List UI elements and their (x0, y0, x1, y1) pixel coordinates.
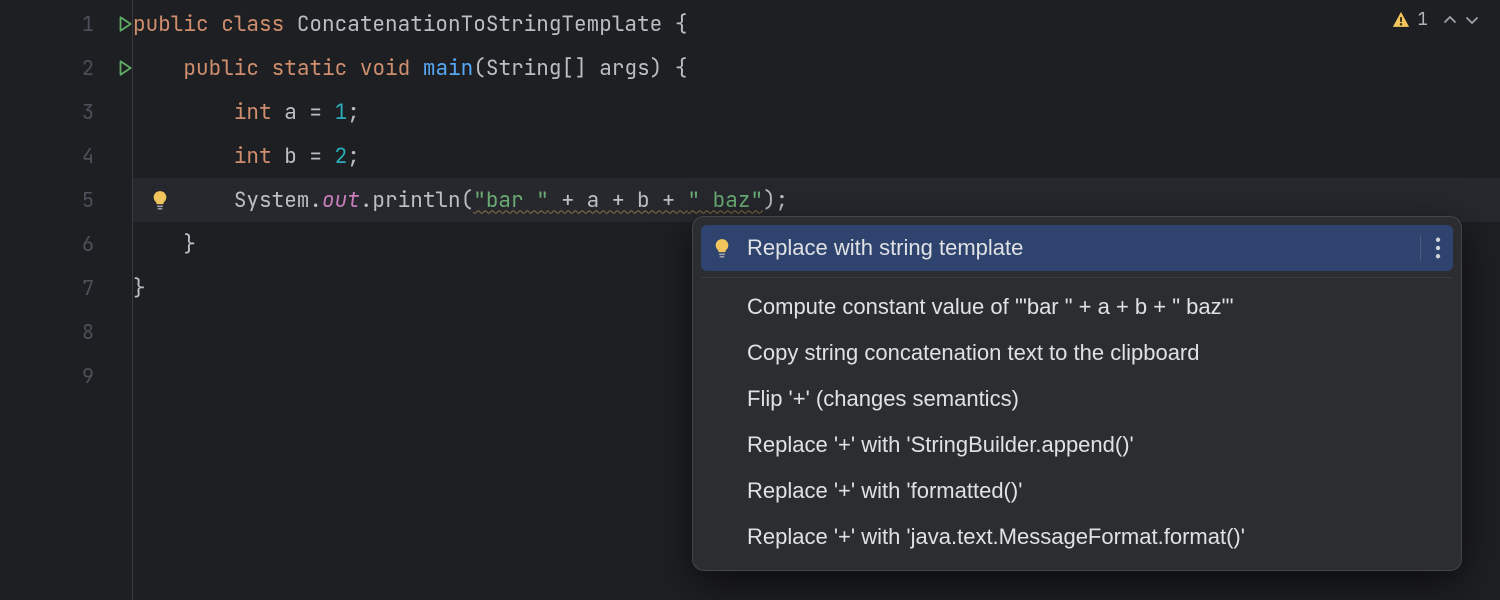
line-number: 3 (82, 99, 94, 125)
gutter-line[interactable]: 4 (0, 134, 110, 178)
gutter: 1 2 3 4 5 6 7 8 9 (0, 0, 110, 600)
code-line[interactable]: int a = 1; (133, 90, 1500, 134)
intention-item-messageformat[interactable]: Replace '+' with 'java.text.MessageForma… (693, 514, 1461, 560)
keyword: static (272, 55, 348, 82)
brace: { (662, 11, 687, 38)
intention-label: Replace with string template (747, 235, 1023, 261)
line-number: 2 (82, 55, 94, 81)
intention-item-flip-plus[interactable]: Flip '+' (changes semantics) (693, 376, 1461, 422)
keyword: public (133, 11, 209, 38)
warning-count: 1 (1417, 8, 1428, 31)
warning-icon (1391, 10, 1411, 30)
intention-popup: Replace with string template Compute con… (692, 216, 1462, 571)
run-icon[interactable] (116, 15, 134, 33)
line-number: 9 (82, 363, 94, 389)
line-number: 4 (82, 143, 94, 169)
bulb-icon (711, 237, 733, 259)
intention-item-compute-constant[interactable]: Compute constant value of '"bar " + a + … (693, 284, 1461, 330)
gutter-line[interactable]: 8 (0, 310, 110, 354)
text: .println( (360, 187, 473, 214)
keyword: int (234, 99, 272, 126)
text: + a + b + (549, 187, 688, 214)
intention-label: Flip '+' (changes semantics) (747, 386, 1019, 412)
semicolon: ; (347, 99, 360, 126)
gutter-line[interactable]: 1 (0, 2, 110, 46)
inspections-widget[interactable]: 1 (1391, 8, 1480, 31)
string: " baz" (687, 187, 763, 214)
gutter-line[interactable]: 6 (0, 222, 110, 266)
code-line[interactable]: public class ConcatenationToStringTempla… (133, 2, 1500, 46)
more-vertical-icon[interactable] (1435, 237, 1441, 259)
code-line[interactable]: public static void main(String[] args) { (133, 46, 1500, 90)
line-number: 7 (82, 275, 94, 301)
text: ); (763, 187, 788, 214)
text: System. (234, 187, 322, 214)
run-icon[interactable] (116, 59, 134, 77)
text: b = (272, 143, 335, 170)
string: "bar " (473, 187, 549, 214)
keyword: int (234, 143, 272, 170)
intention-item-stringbuilder[interactable]: Replace '+' with 'StringBuilder.append()… (693, 422, 1461, 468)
line-number: 6 (82, 231, 94, 257)
keyword: class (221, 11, 284, 38)
intention-more[interactable] (1420, 235, 1441, 261)
text: a = (272, 99, 335, 126)
field: out (322, 187, 360, 214)
gutter-line[interactable]: 3 (0, 90, 110, 134)
chevron-down-icon[interactable] (1464, 12, 1480, 28)
line-number: 8 (82, 319, 94, 345)
intention-label: Copy string concatenation text to the cl… (747, 340, 1200, 366)
intention-item-formatted[interactable]: Replace '+' with 'formatted()' (693, 468, 1461, 514)
gutter-line[interactable]: 5 (0, 178, 110, 222)
chevron-up-icon[interactable] (1442, 12, 1458, 28)
intention-label: Replace '+' with 'formatted()' (747, 478, 1022, 504)
line-number: 5 (82, 187, 94, 213)
separator (1420, 235, 1421, 261)
intention-item-copy-concat[interactable]: Copy string concatenation text to the cl… (693, 330, 1461, 376)
intention-label: Replace '+' with 'java.text.MessageForma… (747, 524, 1245, 550)
code-line[interactable]: int b = 2; (133, 134, 1500, 178)
intention-label: Replace '+' with 'StringBuilder.append()… (747, 432, 1134, 458)
keyword: void (360, 55, 410, 82)
intention-bulb-icon[interactable] (149, 189, 171, 211)
params: (String[] args) { (473, 55, 687, 82)
gutter-line[interactable]: 7 (0, 266, 110, 310)
popup-separator (701, 277, 1453, 278)
gutter-line[interactable]: 9 (0, 354, 110, 398)
method-name: main (423, 55, 473, 82)
semicolon: ; (347, 143, 360, 170)
keyword: public (183, 55, 259, 82)
intention-item-replace-string-template[interactable]: Replace with string template (701, 225, 1453, 271)
brace: } (133, 275, 146, 302)
gutter-line[interactable]: 2 (0, 46, 110, 90)
line-number: 1 (82, 11, 94, 37)
class-name: ConcatenationToStringTemplate (297, 11, 662, 38)
number: 2 (335, 143, 348, 170)
brace: } (183, 231, 196, 258)
number: 1 (335, 99, 348, 126)
intention-label: Compute constant value of '"bar " + a + … (747, 294, 1234, 320)
